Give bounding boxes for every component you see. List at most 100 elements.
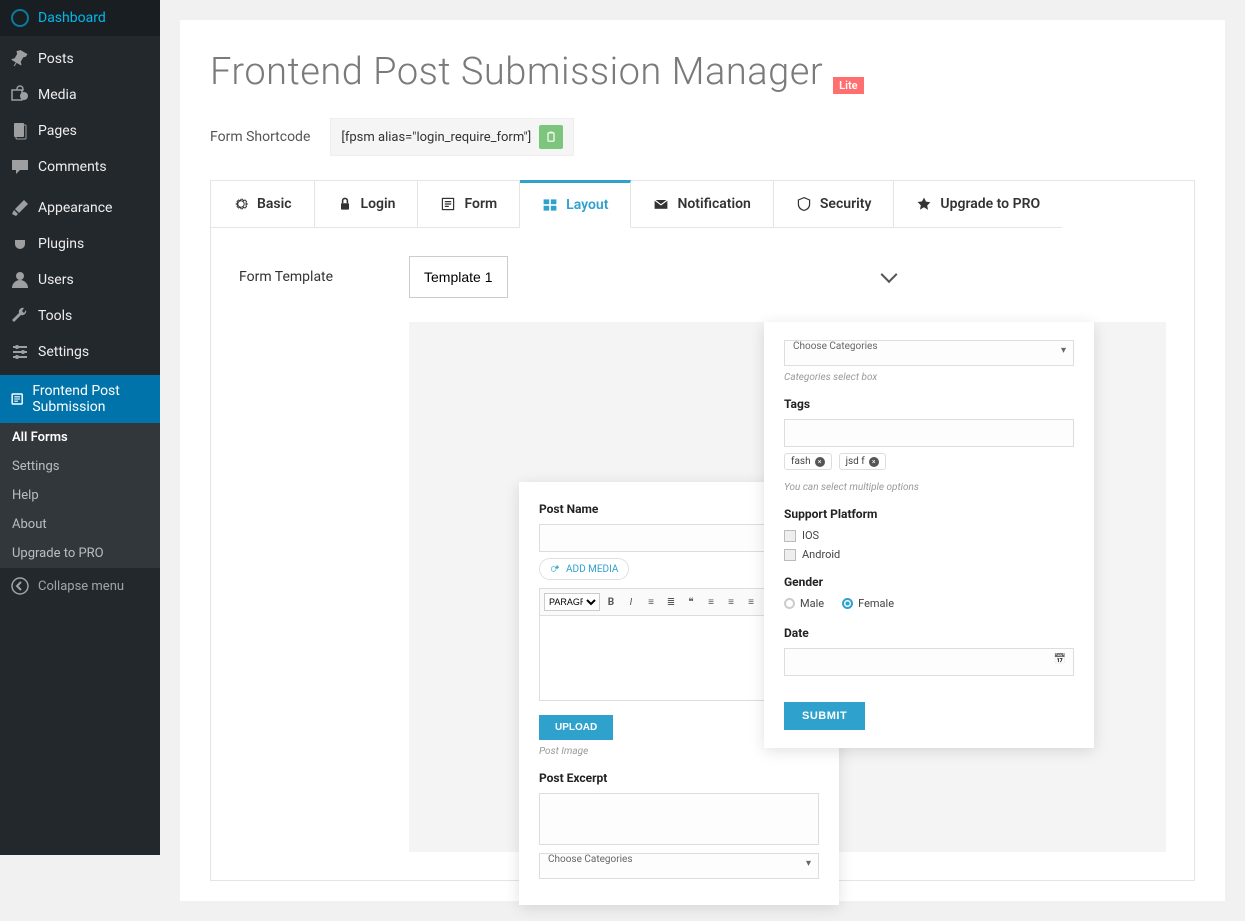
sidebar-item-pages[interactable]: Pages xyxy=(0,113,160,149)
sidebar-label: Appearance xyxy=(38,200,112,216)
sidebar-label: Pages xyxy=(38,123,77,139)
sliders-icon xyxy=(10,342,30,362)
admin-sidebar: Dashboard Posts Media Pages Comments App… xyxy=(0,0,160,855)
collapse-menu-button[interactable]: Collapse menu xyxy=(0,568,160,604)
form-template-select[interactable]: Template 1 xyxy=(409,256,508,298)
remove-tag-icon[interactable]: × xyxy=(869,457,879,467)
sidebar-label: Frontend Post Submission xyxy=(32,383,150,415)
plug-icon xyxy=(10,234,30,254)
remove-tag-icon[interactable]: × xyxy=(815,457,825,467)
collapse-icon xyxy=(10,576,30,596)
shortcode-value: [fpsm alias="login_require_form"] xyxy=(341,130,531,145)
mail-icon xyxy=(653,196,669,212)
form-list-icon xyxy=(440,196,456,212)
sidebar-item-comments[interactable]: Comments xyxy=(0,149,160,185)
submenu-settings[interactable]: Settings xyxy=(0,452,160,481)
gender-label: Gender xyxy=(784,575,1074,589)
sidebar-item-settings[interactable]: Settings xyxy=(0,334,160,370)
quote-icon[interactable]: ❝ xyxy=(682,593,700,611)
sidebar-label: Settings xyxy=(38,344,89,360)
tab-label: Layout xyxy=(566,197,608,213)
pages-icon xyxy=(10,121,30,141)
tab-label: Upgrade to PRO xyxy=(940,196,1040,212)
sidebar-label: Posts xyxy=(38,51,74,67)
shield-icon xyxy=(796,196,812,212)
tags-input[interactable] xyxy=(784,419,1074,447)
sidebar-submenu: All Forms Settings Help About Upgrade to… xyxy=(0,423,160,568)
sidebar-item-dashboard[interactable]: Dashboard xyxy=(0,0,160,36)
comment-icon xyxy=(10,157,30,177)
submit-button[interactable]: SUBMIT xyxy=(784,702,865,730)
align-right-icon[interactable]: ≡ xyxy=(742,593,760,611)
gear-icon xyxy=(233,196,249,212)
post-excerpt-label: Post Excerpt xyxy=(539,771,819,785)
tab-layout[interactable]: Layout xyxy=(520,180,631,228)
sidebar-item-appearance[interactable]: Appearance xyxy=(0,190,160,226)
collapse-label: Collapse menu xyxy=(38,579,124,594)
template-preview: Post Name ADD MEDIA PARAGRA... B I ≡ ≣ xyxy=(409,322,1166,852)
date-input[interactable] xyxy=(784,648,1074,676)
sidebar-label: Users xyxy=(38,272,74,288)
sidebar-item-posts[interactable]: Posts xyxy=(0,41,160,77)
tab-notification[interactable]: Notification xyxy=(631,181,773,228)
submenu-all-forms[interactable]: All Forms xyxy=(0,423,160,452)
layout-icon xyxy=(542,197,558,213)
main-content: Frontend Post Submission Manager Lite Fo… xyxy=(160,0,1245,921)
categories-hint: Categories select box xyxy=(784,372,1074,383)
categories-select-back[interactable]: Choose Categories xyxy=(539,853,819,879)
list-ul-icon[interactable]: ≡ xyxy=(642,593,660,611)
submenu-about[interactable]: About xyxy=(0,510,160,539)
paragraph-select[interactable]: PARAGRA... xyxy=(544,593,600,611)
align-center-icon[interactable]: ≡ xyxy=(722,593,740,611)
tags-label: Tags xyxy=(784,397,1074,411)
submenu-help[interactable]: Help xyxy=(0,481,160,510)
sidebar-item-plugins[interactable]: Plugins xyxy=(0,226,160,262)
add-media-button[interactable]: ADD MEDIA xyxy=(539,558,629,580)
tab-security[interactable]: Security xyxy=(774,181,895,228)
sidebar-item-users[interactable]: Users xyxy=(0,262,160,298)
tags-hint: You can select multiple options xyxy=(784,482,1074,493)
upload-button[interactable]: UPLOAD xyxy=(539,715,613,740)
sidebar-item-frontend-post-submission[interactable]: Frontend Post Submission xyxy=(0,375,160,423)
tag-chip[interactable]: fash× xyxy=(784,453,832,470)
list-ol-icon[interactable]: ≣ xyxy=(662,593,680,611)
form-icon xyxy=(10,389,24,409)
tag-chip[interactable]: jsd f× xyxy=(839,453,886,470)
page-title: Frontend Post Submission Manager xyxy=(210,50,823,94)
media-icon xyxy=(10,85,30,105)
date-label: Date xyxy=(784,626,1074,640)
copy-shortcode-button[interactable] xyxy=(539,125,563,149)
content-panel: Frontend Post Submission Manager Lite Fo… xyxy=(180,20,1225,901)
media-plus-icon xyxy=(550,563,562,575)
tab-login[interactable]: Login xyxy=(315,181,419,228)
tab-label: Security xyxy=(820,196,872,212)
align-left-icon[interactable]: ≡ xyxy=(702,593,720,611)
radio-male[interactable] xyxy=(784,598,795,609)
tab-label: Login xyxy=(361,196,396,212)
settings-tabs: Basic Login Form Layout Notification xyxy=(210,180,1195,228)
sidebar-label: Plugins xyxy=(38,236,84,252)
submenu-upgrade[interactable]: Upgrade to PRO xyxy=(0,539,160,568)
sidebar-item-tools[interactable]: Tools xyxy=(0,298,160,334)
radio-female[interactable] xyxy=(842,598,853,609)
post-excerpt-input[interactable] xyxy=(539,793,819,845)
star-icon xyxy=(916,196,932,212)
bold-icon[interactable]: B xyxy=(602,593,620,611)
tab-basic[interactable]: Basic xyxy=(211,181,315,228)
brush-icon xyxy=(10,198,30,218)
support-platform-label: Support Platform xyxy=(784,507,1074,521)
checkbox-ios[interactable] xyxy=(784,530,796,542)
checkbox-android[interactable] xyxy=(784,549,796,561)
pin-icon xyxy=(10,49,30,69)
dashboard-icon xyxy=(10,8,30,28)
lock-icon xyxy=(337,196,353,212)
sidebar-item-media[interactable]: Media xyxy=(0,77,160,113)
preview-card-front: Choose Categories Categories select box … xyxy=(764,322,1094,748)
tab-form[interactable]: Form xyxy=(418,181,520,228)
italic-icon[interactable]: I xyxy=(622,593,640,611)
sidebar-label: Dashboard xyxy=(38,10,106,26)
form-template-label: Form Template xyxy=(239,269,379,285)
lite-badge: Lite xyxy=(833,77,863,94)
tab-upgrade[interactable]: Upgrade to PRO xyxy=(894,181,1062,228)
categories-select-front[interactable]: Choose Categories xyxy=(784,340,1074,366)
